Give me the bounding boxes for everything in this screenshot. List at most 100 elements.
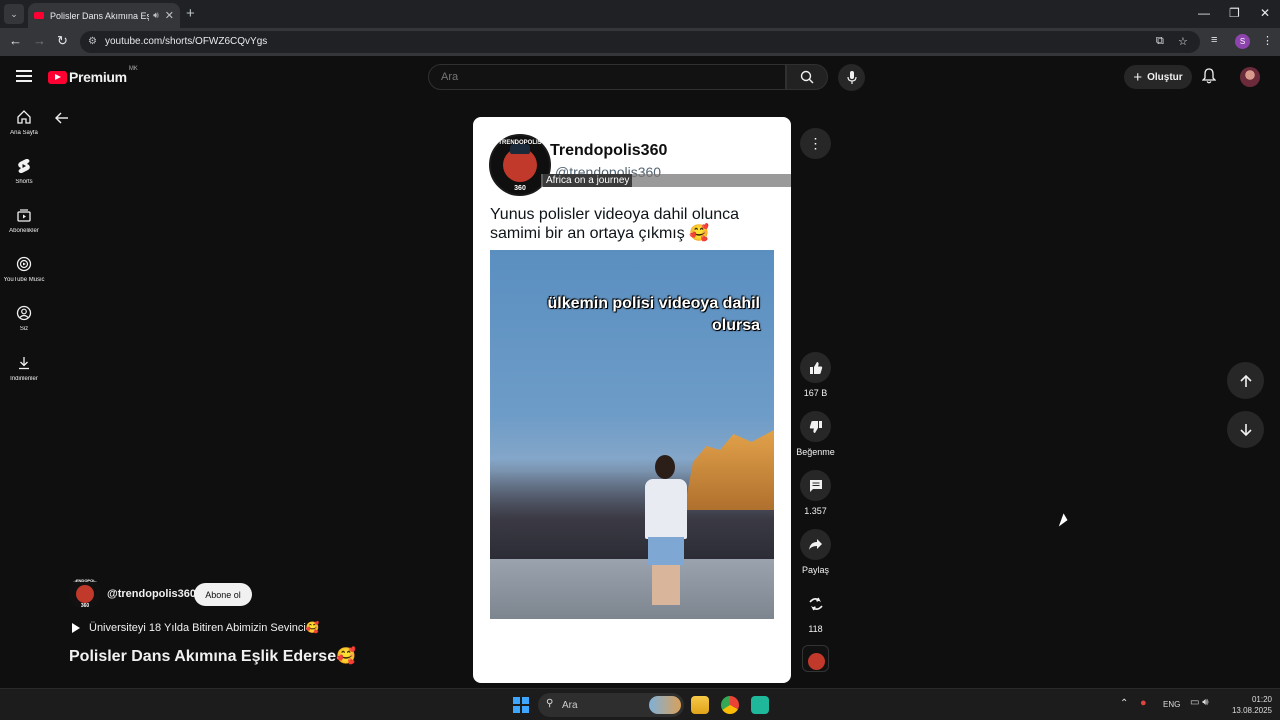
reading-list-icon[interactable]: ≡ — [1211, 34, 1217, 46]
logo-lettering: TRENDOPOLIS — [70, 578, 100, 583]
guide-item-home[interactable]: Ana Sayfa — [0, 108, 48, 136]
guide-item-downloads[interactable]: İndirilenler — [0, 354, 48, 382]
more-vertical-icon: ⋮ — [808, 135, 823, 151]
overlay-label: Africa on a journey — [543, 174, 633, 187]
menu-icon[interactable] — [16, 70, 32, 82]
tab-close-icon[interactable]: ✕ — [165, 9, 174, 22]
play-icon — [72, 622, 80, 633]
more-actions-button[interactable]: ⋮ — [800, 128, 831, 159]
language-indicator[interactable]: ENG — [1163, 700, 1180, 709]
file-explorer-icon[interactable] — [691, 696, 709, 714]
close-window-button[interactable]: ✕ — [1260, 6, 1270, 20]
search-button[interactable] — [786, 64, 828, 90]
reload-button[interactable]: ↻ — [57, 33, 68, 49]
share-label: Paylaş — [801, 565, 829, 575]
ground-scenery — [490, 559, 774, 619]
voice-search-button[interactable] — [838, 64, 865, 91]
browser-tab[interactable]: Polisler Dans Akımına Eşlik Ederse - You… — [28, 3, 180, 28]
search-box[interactable] — [428, 64, 786, 90]
bookmark-star-icon[interactable]: ☆ — [1178, 35, 1188, 48]
police-mascot-icon — [503, 144, 537, 182]
back-button[interactable]: ← — [9, 33, 22, 48]
taskbar-clock[interactable]: 01:20 13.08.2025 — [1226, 694, 1272, 716]
next-short-button[interactable] — [1227, 411, 1264, 448]
comments-button[interactable]: 1.357 — [795, 470, 836, 516]
microphone-icon — [846, 70, 857, 84]
forward-button[interactable]: → — [33, 33, 46, 48]
comment-icon — [800, 470, 831, 501]
arrow-down-icon — [1239, 423, 1252, 436]
guide-item-shorts[interactable]: Shorts — [0, 157, 48, 185]
video-caption: Yunus polisler videoya dahil olunca sami… — [490, 206, 740, 242]
install-app-icon[interactable]: ⧉ — [1156, 35, 1164, 48]
taskbar-search[interactable]: ⚲ Ara — [538, 693, 684, 717]
guide-label: Siz — [19, 326, 29, 332]
weather-widget-icon[interactable] — [649, 696, 681, 714]
like-button[interactable]: 167 B — [795, 352, 836, 398]
logo-number: 360 — [514, 185, 526, 192]
clock-time: 01:20 — [1251, 695, 1272, 704]
guide-item-you[interactable]: Siz — [0, 304, 48, 332]
app-icon[interactable] — [751, 696, 769, 714]
share-button[interactable]: Paylaş — [795, 529, 836, 575]
search-icon — [800, 70, 814, 84]
dislike-label: Beğenme — [796, 447, 835, 457]
back-arrow-icon[interactable] — [54, 111, 70, 130]
url-text[interactable]: youtube.com/shorts/OFWZ6CQvYgs — [105, 36, 267, 47]
channel-handle-link[interactable]: @trendopolis360 — [107, 588, 196, 600]
youtube-play-icon — [48, 70, 67, 84]
create-button[interactable]: + Oluştur — [1124, 65, 1192, 89]
clock-date: 13.08.2025 — [1231, 706, 1272, 715]
thumbs-down-icon — [800, 411, 831, 442]
taskbar-search-label: Ara — [562, 699, 578, 711]
microphone-in-use-icon[interactable]: ● — [1140, 697, 1147, 709]
guide-item-subscriptions[interactable]: Abonelikler — [0, 206, 48, 234]
account-avatar[interactable] — [1240, 67, 1260, 87]
share-arrow-icon — [800, 529, 831, 560]
like-count: 167 B — [803, 388, 828, 398]
related-video-title: Üniversiteyi 18 Yılda Bitiren Abimizin S… — [89, 622, 320, 634]
youtube-premium-logo[interactable]: Premium MK — [48, 66, 138, 85]
profile-avatar[interactable]: S — [1235, 34, 1250, 49]
tab-search-dropdown[interactable]: ⌄ — [4, 4, 24, 24]
browser-menu-icon[interactable]: ⋮ — [1262, 34, 1273, 47]
guide-label: Ana Sayfa — [10, 130, 38, 136]
previous-short-button[interactable] — [1227, 362, 1264, 399]
windows-start-icon[interactable] — [513, 697, 529, 713]
notifications-bell-icon[interactable] — [1201, 68, 1217, 89]
create-label: Oluştur — [1147, 71, 1183, 83]
arrow-up-icon — [1239, 374, 1252, 387]
remix-count: 118 — [808, 624, 823, 634]
new-tab-button[interactable]: + — [186, 5, 195, 22]
minimize-button[interactable]: — — [1198, 6, 1210, 20]
shorts-video-player[interactable]: TRENDOPOLIS 360 Trendopolis360 @trendopo… — [473, 117, 791, 683]
search-input[interactable] — [441, 71, 761, 83]
address-bar[interactable]: ⚙ youtube.com/shorts/OFWZ6CQvYgs ⧉ ☆ — [80, 31, 1200, 53]
channel-avatar[interactable]: TRENDOPOLIS 360 — [69, 577, 101, 609]
country-code: MK — [128, 66, 138, 72]
police-mascot-icon — [76, 585, 94, 603]
home-icon — [0, 108, 48, 126]
show-hidden-icons-icon[interactable]: ⌃ — [1120, 698, 1128, 709]
dislike-button[interactable]: Beğenme — [795, 411, 836, 457]
restore-button[interactable]: ❐ — [1229, 6, 1240, 20]
related-video-link[interactable]: Üniversiteyi 18 Yılda Bitiren Abimizin S… — [72, 621, 320, 634]
chrome-icon[interactable] — [721, 696, 739, 714]
remix-button[interactable]: 118 — [795, 588, 836, 634]
comment-count: 1.357 — [804, 506, 827, 516]
video-overlay-text: ülkemin polisi videoya dahil olursa — [547, 295, 761, 334]
browser-toolbar: ← → ↻ ⚙ youtube.com/shorts/OFWZ6CQvYgs ⧉… — [0, 28, 1280, 56]
guide-item-youtube-music[interactable]: YouTube Music — [0, 255, 48, 283]
site-info-icon[interactable]: ⚙ — [88, 36, 97, 47]
original-sound-thumbnail[interactable] — [802, 645, 829, 672]
guide-label: Abonelikler — [9, 228, 39, 234]
short-title: Polisler Dans Akımına Eşlik Ederse🥰 — [69, 648, 357, 665]
remix-icon — [800, 588, 831, 619]
browser-tab-bar: ⌄ Polisler Dans Akımına Eşlik Ederse - Y… — [0, 0, 1280, 28]
network-volume-icon[interactable]: ▭ 🔊︎ — [1190, 697, 1209, 708]
castle-scenery — [684, 430, 774, 510]
plus-icon: + — [1133, 68, 1143, 86]
guide-label: İndirilenler — [10, 376, 38, 382]
subscribe-button[interactable]: Abone ol — [194, 583, 252, 606]
audio-playing-icon[interactable]: 🔊︎ — [153, 10, 159, 21]
